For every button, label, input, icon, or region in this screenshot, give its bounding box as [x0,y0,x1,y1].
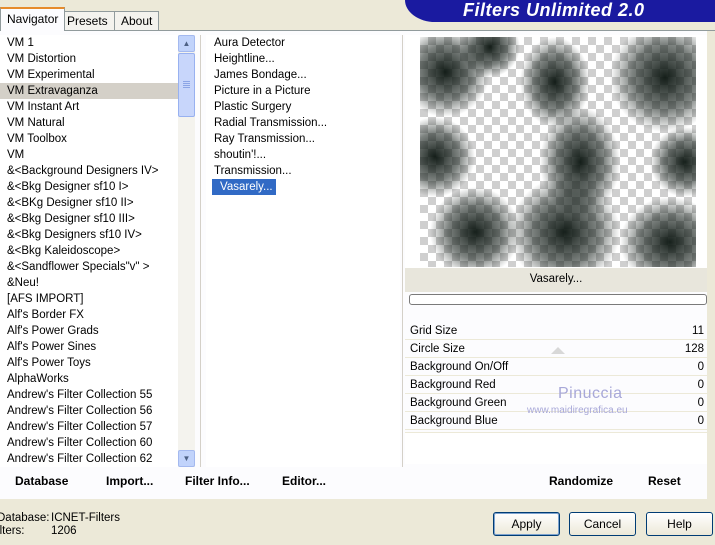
category-item[interactable]: Andrew's Filter Collection 56 [0,403,178,419]
param-label: Grid Size [410,325,458,337]
banner-title: Filters Unlimited 2.0 [463,0,645,20]
reset-button[interactable]: Reset [648,474,681,488]
scroll-up-button[interactable]: ▲ [178,35,195,52]
category-item[interactable]: &<Sandflower Specials"v" > [0,259,178,275]
category-item[interactable]: &<Bkg Designers sf10 IV> [0,227,178,243]
help-button[interactable]: Help [646,512,713,536]
param-value: 0 [697,361,704,373]
filter-item[interactable]: Heightline... [206,51,400,67]
param-label: Background On/Off [410,361,509,373]
category-item[interactable]: Alf's Border FX [0,307,178,323]
param-grid-size[interactable]: Grid Size 11 [405,322,707,340]
parameter-empty-area [405,432,707,464]
param-value: 0 [697,379,704,391]
scroll-down-button[interactable]: ▼ [178,450,195,467]
scroll-thumb[interactable] [178,53,195,117]
param-label: Background Blue [410,415,498,427]
list-divider [200,35,201,467]
param-value: 128 [684,343,704,355]
param-value: 0 [697,415,704,427]
watermark-name: Pinuccia [558,385,623,402]
filter-list[interactable]: Aura Detector Heightline... James Bondage.… [206,35,400,467]
category-item[interactable]: AlphaWorks [0,371,178,387]
param-value: 0 [697,397,704,409]
import-button[interactable]: Import... [106,474,153,488]
tab-about[interactable]: About [114,11,160,30]
category-item[interactable]: VM Distortion [0,51,178,67]
category-item[interactable]: [AFS IMPORT] [0,291,178,307]
filter-item[interactable]: Radial Transmission... [206,115,400,131]
category-item[interactable]: &<Background Designers IV> [0,163,178,179]
apply-button[interactable]: Apply [493,512,560,536]
param-value: 11 [692,325,704,337]
param-background-onoff[interactable]: Background On/Off 0 [405,358,707,376]
status-database-value: ICNET-Filters [51,512,120,524]
category-item[interactable]: VM Extravaganza [0,83,178,99]
panel-right-edge [707,31,715,499]
category-item[interactable]: VM [0,147,178,163]
category-item[interactable]: Andrew's Filter Collection 55 [0,387,178,403]
filter-item-selected[interactable]: Vasarely... [212,179,276,195]
category-scrollbar[interactable]: ▲ ▼ [178,35,195,467]
filter-item[interactable]: Aura Detector [206,35,400,51]
category-item[interactable]: Alf's Power Sines [0,339,178,355]
filter-info-button[interactable]: Filter Info... [185,474,250,488]
status-database-label: Database: [0,512,50,524]
category-item[interactable]: Andrew's Filter Collection 60 [0,435,178,451]
filter-item[interactable]: Vasarely... [206,179,400,195]
param-background-red[interactable]: Background Red 0 [405,376,707,394]
slider-marker-icon [551,347,565,354]
category-item[interactable]: VM Instant Art [0,99,178,115]
randomize-button[interactable]: Randomize [549,474,613,488]
category-item[interactable]: &<Bkg Designer sf10 I> [0,179,178,195]
category-item[interactable]: &Neu! [0,275,178,291]
category-item[interactable]: VM Natural [0,115,178,131]
category-item[interactable]: VM Experimental [0,67,178,83]
category-item[interactable]: Alf's Power Grads [0,323,178,339]
filter-item[interactable]: James Bondage... [206,67,400,83]
status-filters-value: 1206 [51,525,77,537]
tab-presets[interactable]: Presets [60,11,115,30]
editor-button[interactable]: Editor... [282,474,326,488]
filter-item[interactable]: Ray Transmission... [206,131,400,147]
preview-image [420,37,696,267]
category-item[interactable]: VM 1 [0,35,178,51]
tab-navigator[interactable]: Navigator [0,7,66,31]
watermark-site: www.maidiregrafica.eu [527,405,628,416]
category-item[interactable]: &<BKg Designer sf10 II> [0,195,178,211]
category-list[interactable]: VM 1 VM Distortion VM Experimental VM Extra… [0,35,178,467]
cancel-button[interactable]: Cancel [569,512,636,536]
category-item[interactable]: Andrew's Filter Collection 62 [0,451,178,467]
category-item[interactable]: Andrew's Filter Collection 57 [0,419,178,435]
database-button[interactable]: Database [15,474,68,488]
filter-item[interactable]: Picture in a Picture [206,83,400,99]
filter-item[interactable]: shoutin'!... [206,147,400,163]
param-label: Background Green [410,397,507,409]
progress-bar [409,294,707,305]
category-item[interactable]: Alf's Power Toys [0,355,178,371]
param-label: Circle Size [410,343,465,355]
category-item[interactable]: &<Bkg Kaleidoscope> [0,243,178,259]
category-item[interactable]: &<Bkg Designer sf10 III> [0,211,178,227]
filter-item[interactable]: Transmission... [206,163,400,179]
preview-filter-name: Vasarely... [529,273,583,285]
category-item[interactable]: VM Toolbox [0,131,178,147]
preview-divider [402,35,403,467]
param-label: Background Red [410,379,496,391]
filter-item[interactable]: Plastic Surgery [206,99,400,115]
status-filters-label: Filters: [0,525,25,537]
